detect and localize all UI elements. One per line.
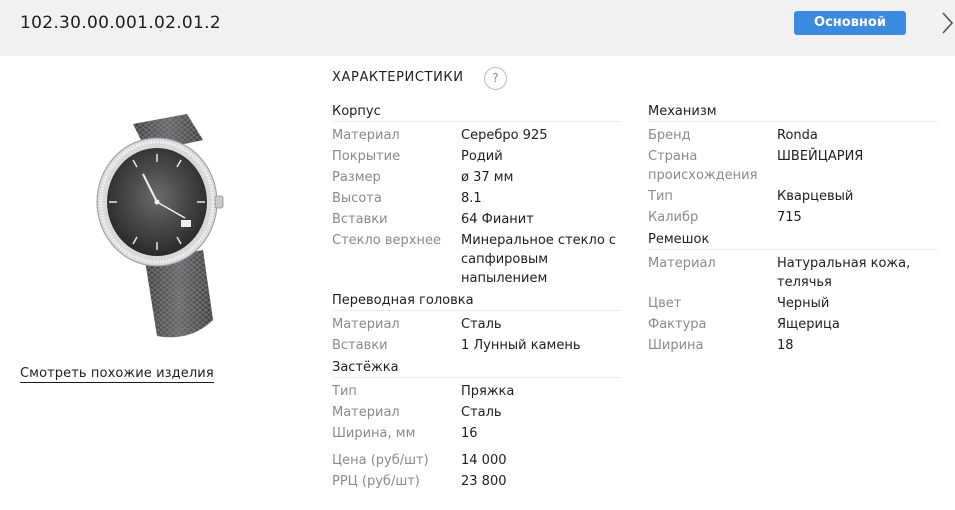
- spec-row: Вставки 1 Лунный камень: [332, 336, 622, 357]
- price-value: 14 000: [461, 453, 507, 468]
- spec-label: Цвет: [648, 296, 682, 311]
- section-remeshok: Ремешок Материал Натуральная кожа, телячь…: [648, 232, 938, 357]
- specs-left-column: Корпус Материал Серебро 925 Покрытие Родий…: [332, 104, 622, 493]
- spec-label: Материал: [648, 256, 716, 271]
- spec-label: Вставки: [332, 338, 388, 353]
- spec-label: Высота: [332, 191, 382, 206]
- spec-value: Серебро 925: [461, 128, 548, 143]
- spec-row: Цвет Черный: [648, 294, 938, 315]
- spec-row: Страна происхождения ШВЕЙЦАРИЯ: [648, 147, 938, 187]
- spec-row: Бренд Ronda: [648, 126, 938, 147]
- spec-value: 64 Фианит: [461, 212, 534, 227]
- spec-row: Материал Натуральная кожа, телячья: [648, 254, 938, 294]
- spec-label: Размер: [332, 170, 381, 185]
- spec-value: 8.1: [461, 191, 482, 206]
- help-button[interactable]: ?: [484, 67, 507, 90]
- price-label: РРЦ (руб/шт): [332, 474, 420, 489]
- spec-value: Сталь: [461, 405, 502, 420]
- spec-row: Материал Сталь: [332, 403, 622, 424]
- spec-label: Покрытие: [332, 149, 401, 164]
- spec-row: Материал Сталь: [332, 315, 622, 336]
- section-korpus: Корпус Материал Серебро 925 Покрытие Родий…: [332, 104, 622, 290]
- section-golovka: Переводная головка Материал Сталь Вставки…: [332, 293, 622, 357]
- spec-row: Стекло верхнее Минеральное стекло с сапфи…: [332, 231, 622, 290]
- spec-value: 18: [777, 338, 794, 353]
- spec-label: Тип: [332, 384, 357, 399]
- spec-row: Калибр 715: [648, 208, 938, 229]
- spec-label: Фактура: [648, 317, 707, 332]
- spec-label: Материал: [332, 317, 400, 332]
- spec-label: Вставки: [332, 212, 388, 227]
- spec-value: Кварцевый: [777, 189, 854, 204]
- price-row: Цена (руб/шт) 14 000: [332, 451, 622, 472]
- spec-row: Покрытие Родий: [332, 147, 622, 168]
- main-badge-button[interactable]: Основной: [794, 11, 906, 35]
- spec-value: Минеральное стекло с сапфировым напылени…: [461, 233, 617, 286]
- spec-label: Калибр: [648, 210, 699, 225]
- price-label: Цена (руб/шт): [332, 453, 429, 468]
- section-title: Механизм: [648, 104, 938, 122]
- section-title: Переводная головка: [332, 293, 622, 311]
- section-mekhanizm: Механизм Бренд Ronda Страна происхождения…: [648, 104, 938, 229]
- spec-value: Натуральная кожа, телячья: [777, 256, 911, 290]
- spec-row: Тип Пряжка: [332, 382, 622, 403]
- spec-row: Ширина, мм 16: [332, 424, 622, 445]
- price-row: РРЦ (руб/шт) 23 800: [332, 472, 622, 493]
- specs-title: ХАРАКТЕРИСТИКИ: [332, 70, 464, 85]
- spec-value: Родий: [461, 149, 503, 164]
- spec-label: Стекло верхнее: [332, 233, 441, 248]
- price-block: Цена (руб/шт) 14 000 РРЦ (руб/шт) 23 800: [332, 451, 622, 493]
- spec-label: Ширина: [648, 338, 704, 353]
- spec-value: Ronda: [777, 128, 818, 143]
- specs-right-column: Механизм Бренд Ronda Страна происхождения…: [648, 104, 938, 360]
- spec-row: Высота 8.1: [332, 189, 622, 210]
- product-header: 102.30.00.001.02.01.2 Основной: [0, 0, 955, 56]
- spec-label: Страна происхождения: [648, 149, 758, 183]
- spec-value: 715: [777, 210, 802, 225]
- price-value: 23 800: [461, 474, 507, 489]
- chevron-right-icon[interactable]: [938, 10, 955, 36]
- section-zastezhka: Застёжка Тип Пряжка Материал Сталь Ширина,…: [332, 360, 622, 445]
- spec-row: Вставки 64 Фианит: [332, 210, 622, 231]
- spec-value: ШВЕЙЦАРИЯ: [777, 149, 864, 164]
- section-title: Корпус: [332, 104, 622, 122]
- spec-label: Бренд: [648, 128, 691, 143]
- spec-value: Черный: [777, 296, 830, 311]
- spec-row: Ширина 18: [648, 336, 938, 357]
- spec-row: Тип Кварцевый: [648, 187, 938, 208]
- spec-label: Материал: [332, 128, 400, 143]
- spec-label: Ширина, мм: [332, 426, 416, 441]
- spec-value: Сталь: [461, 317, 502, 332]
- spec-value: ø 37 мм: [461, 170, 514, 185]
- section-title: Застёжка: [332, 360, 622, 378]
- spec-label: Тип: [648, 189, 673, 204]
- spec-row: Фактура Ящерица: [648, 315, 938, 336]
- product-sku: 102.30.00.001.02.01.2: [20, 13, 221, 33]
- section-title: Ремешок: [648, 232, 938, 250]
- product-watch-image: [96, 114, 224, 338]
- spec-value: Пряжка: [461, 384, 515, 399]
- similar-items-link[interactable]: Смотреть похожие изделия: [20, 365, 214, 383]
- spec-row: Размер ø 37 мм: [332, 168, 622, 189]
- spec-value: 16: [461, 426, 478, 441]
- spec-value: 1 Лунный камень: [461, 338, 581, 353]
- spec-row: Материал Серебро 925: [332, 126, 622, 147]
- spec-label: Материал: [332, 405, 400, 420]
- spec-value: Ящерица: [777, 317, 840, 332]
